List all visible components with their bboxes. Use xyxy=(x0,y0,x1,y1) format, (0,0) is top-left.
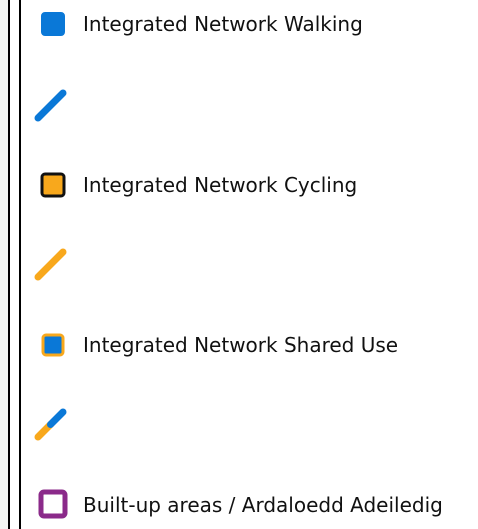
legend-label-built-up-areas: Built-up areas / Ardaloedd Adeiledig xyxy=(83,493,443,517)
legend-item-cycling: Integrated Network Cycling xyxy=(22,165,478,205)
walking-line-icon xyxy=(32,86,70,126)
legend-label-cycling: Integrated Network Cycling xyxy=(83,173,358,197)
legend-item-built-up-areas: Built-up areas / Ardaloedd Adeiledig xyxy=(22,485,478,525)
legend-item-walking: Integrated Network Walking xyxy=(22,4,478,44)
legend-item-shared-use: Integrated Network Shared Use xyxy=(22,325,478,365)
legend-item-shared-use-line xyxy=(22,405,478,445)
legend-frame-inner-line xyxy=(19,0,21,529)
legend-label-walking: Integrated Network Walking xyxy=(83,12,363,36)
built-up-square-outline-icon xyxy=(32,485,70,525)
legend-label-shared-use: Integrated Network Shared Use xyxy=(83,333,399,357)
cycling-line-icon xyxy=(32,245,70,285)
legend-item-cycling-line xyxy=(22,245,478,285)
map-edge xyxy=(0,0,8,529)
shared-use-square-icon xyxy=(32,325,70,365)
legend-item-walking-line xyxy=(22,86,478,126)
cycling-square-icon xyxy=(32,165,70,205)
shared-use-line-icon xyxy=(32,405,70,445)
walking-square-icon xyxy=(32,4,70,44)
legend-frame-outer-line xyxy=(8,0,10,529)
map-legend: Integrated Network Walking Integrated Ne… xyxy=(22,0,478,529)
